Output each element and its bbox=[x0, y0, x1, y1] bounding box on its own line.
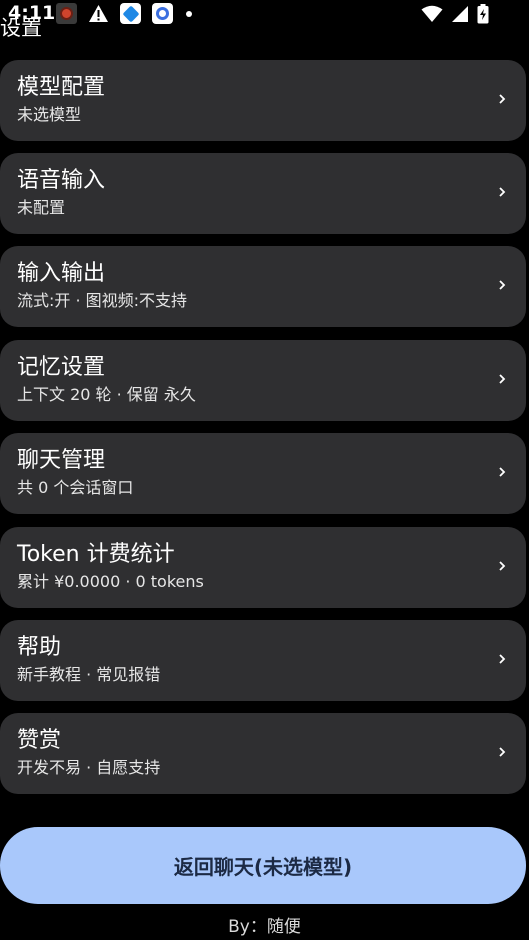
chevron-right-icon bbox=[499, 467, 506, 477]
settings-item-title: 输入输出 bbox=[17, 261, 106, 286]
settings-item-token-billing[interactable]: Token 计费统计 累计 ¥0.0000 · 0 tokens bbox=[0, 527, 526, 608]
back-to-chat-button[interactable]: 返回聊天(未选模型) bbox=[0, 827, 526, 904]
chevron-right-icon bbox=[499, 747, 506, 757]
settings-item-voice-input[interactable]: 语音输入 未配置 bbox=[0, 153, 526, 234]
settings-item-title: 记忆设置 bbox=[17, 355, 106, 380]
settings-screen: 4:11 设置 模型配置 未选模型 语音输入 未配置 输入输出 流式:开 · 图… bbox=[0, 0, 529, 940]
settings-item-subtitle: 共 0 个会话窗口 bbox=[17, 478, 134, 497]
warning-icon bbox=[88, 3, 109, 24]
settings-item-title: 赞赏 bbox=[17, 728, 62, 753]
page-title: 设置 bbox=[0, 16, 42, 40]
battery-charging-icon bbox=[477, 4, 489, 28]
status-bar: 4:11 bbox=[0, 0, 529, 28]
settings-item-subtitle: 流式:开 · 图视频:不支持 bbox=[17, 291, 188, 310]
settings-item-title: 语音输入 bbox=[17, 168, 106, 193]
chevron-right-icon bbox=[499, 187, 506, 197]
settings-item-title: 帮助 bbox=[17, 635, 62, 660]
settings-item-title: 模型配置 bbox=[17, 75, 106, 100]
settings-item-subtitle: 未配置 bbox=[17, 198, 66, 217]
settings-item-memory[interactable]: 记忆设置 上下文 20 轮 · 保留 永久 bbox=[0, 340, 526, 421]
chevron-right-icon bbox=[499, 654, 506, 664]
settings-item-subtitle: 累计 ¥0.0000 · 0 tokens bbox=[17, 572, 204, 591]
footer-author: By：随便 bbox=[228, 917, 301, 937]
settings-item-subtitle: 新手教程 · 常见报错 bbox=[17, 665, 161, 684]
settings-item-title: Token 计费统计 bbox=[17, 542, 175, 567]
settings-item-subtitle: 开发不易 · 自愿支持 bbox=[17, 758, 161, 777]
chevron-right-icon bbox=[499, 561, 506, 571]
wifi-icon bbox=[421, 5, 443, 27]
settings-item-donate[interactable]: 赞赏 开发不易 · 自愿支持 bbox=[0, 713, 526, 794]
settings-item-subtitle: 未选模型 bbox=[17, 105, 82, 124]
chevron-right-icon bbox=[499, 280, 506, 290]
app-icon-chat bbox=[152, 3, 173, 24]
dot-icon bbox=[186, 10, 192, 17]
notification-icons bbox=[56, 3, 192, 24]
app-icon-blue-square bbox=[120, 3, 141, 24]
settings-item-model-config[interactable]: 模型配置 未选模型 bbox=[0, 60, 526, 141]
chevron-right-icon bbox=[499, 374, 506, 384]
settings-item-input-output[interactable]: 输入输出 流式:开 · 图视频:不支持 bbox=[0, 246, 526, 327]
settings-item-subtitle: 上下文 20 轮 · 保留 永久 bbox=[17, 385, 196, 404]
system-status-icons bbox=[421, 4, 489, 28]
settings-item-help[interactable]: 帮助 新手教程 · 常见报错 bbox=[0, 620, 526, 701]
app-notification-icon bbox=[56, 3, 77, 24]
settings-item-chat-management[interactable]: 聊天管理 共 0 个会话窗口 bbox=[0, 433, 526, 514]
chevron-right-icon bbox=[499, 94, 506, 104]
cellular-signal-icon bbox=[451, 5, 469, 27]
settings-item-title: 聊天管理 bbox=[17, 448, 106, 473]
